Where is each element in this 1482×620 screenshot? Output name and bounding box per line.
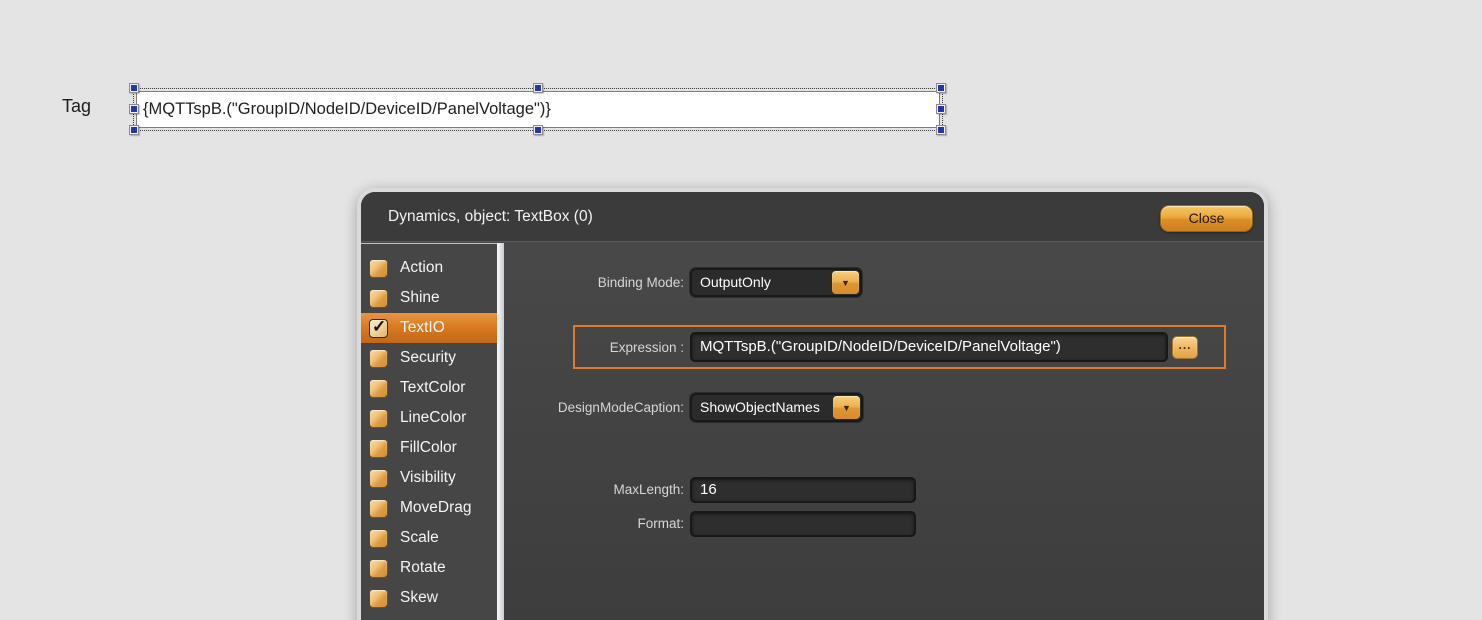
expression-label: Expression :: [474, 340, 684, 355]
action-checkbox[interactable]: [369, 259, 388, 278]
sidebar-item-skew[interactable]: Skew: [361, 583, 497, 613]
sidebar-item-label: TextColor: [400, 379, 465, 397]
sidebar-item-label: Scale: [400, 529, 439, 547]
expression-input[interactable]: MQTTspB.("GroupID/NodeID/DeviceID/PanelV…: [690, 332, 1168, 362]
sidebar-item-label: Skew: [400, 589, 438, 607]
design-mode-caption-label: DesignModeCaption:: [474, 400, 684, 415]
expression-browse-button[interactable]: ...: [1172, 336, 1198, 359]
selection-handle-mid-left[interactable]: [129, 104, 139, 114]
binding-mode-dropdown[interactable]: OutputOnly ▼: [690, 268, 862, 297]
sidebar-scrollbar[interactable]: [497, 243, 504, 620]
binding-mode-value: OutputOnly: [700, 270, 771, 295]
selection-handle-mid-right[interactable]: [936, 104, 946, 114]
binding-mode-drop-button[interactable]: ▼: [832, 271, 859, 294]
textcolor-checkbox[interactable]: [369, 379, 388, 398]
sidebar-item-label: Security: [400, 349, 456, 367]
sidebar-item-label: Action: [400, 259, 443, 277]
selection-handle-top-left[interactable]: [129, 83, 139, 93]
dialog-titlebar[interactable]: Dynamics, object: TextBox (0) Close: [361, 192, 1264, 242]
design-mode-caption-value: ShowObjectNames: [700, 395, 820, 420]
scale-checkbox[interactable]: [369, 529, 388, 548]
sidebar-item-label: Rotate: [400, 559, 446, 577]
selection-handle-top-right[interactable]: [936, 83, 946, 93]
security-checkbox[interactable]: [369, 349, 388, 368]
close-button[interactable]: Close: [1160, 205, 1253, 232]
sidebar-item-label: FillColor: [400, 439, 457, 457]
dynamics-dialog: Dynamics, object: TextBox (0) Close Acti…: [357, 188, 1268, 620]
sidebar-item-label: MoveDrag: [400, 499, 472, 517]
dialog-title: Dynamics, object: TextBox (0): [388, 192, 593, 242]
check-icon: ✓: [372, 317, 386, 337]
design-mode-caption-dropdown[interactable]: ShowObjectNames ▼: [690, 393, 863, 422]
sidebar-item-textio[interactable]: ✓ TextIO: [361, 313, 497, 343]
fillcolor-checkbox[interactable]: [369, 439, 388, 458]
format-label: Format:: [474, 516, 684, 531]
format-input[interactable]: [690, 511, 916, 537]
sidebar-item-label: Shine: [400, 289, 440, 307]
movedrag-checkbox[interactable]: [369, 499, 388, 518]
max-length-input[interactable]: 16: [690, 477, 916, 503]
sidebar-item-label: Visibility: [400, 469, 456, 487]
chevron-down-icon: ▼: [842, 403, 851, 413]
design-mode-caption-drop-button[interactable]: ▼: [833, 396, 860, 419]
sidebar-item-label: TextIO: [400, 319, 445, 337]
dynamics-category-list: Action Shine ✓ TextIO Security TextColor…: [361, 243, 497, 620]
max-length-label: MaxLength:: [474, 482, 684, 497]
sidebar-item-label: LineColor: [400, 409, 466, 427]
tag-textbox-input[interactable]: {MQTTspB.("GroupID/NodeID/DeviceID/Panel…: [136, 91, 940, 128]
selection-handle-bottom-center[interactable]: [533, 125, 543, 135]
shine-checkbox[interactable]: [369, 289, 388, 308]
binding-mode-label: Binding Mode:: [474, 275, 684, 290]
skew-checkbox[interactable]: [369, 589, 388, 608]
design-canvas: Tag {MQTTspB.("GroupID/NodeID/DeviceID/P…: [0, 0, 1482, 620]
tag-label: Tag: [62, 96, 91, 117]
selection-handle-bottom-left[interactable]: [129, 125, 139, 135]
visibility-checkbox[interactable]: [369, 469, 388, 488]
textio-checkbox[interactable]: ✓: [369, 319, 388, 338]
chevron-down-icon: ▼: [841, 278, 850, 288]
rotate-checkbox[interactable]: [369, 559, 388, 578]
sidebar-item-rotate[interactable]: Rotate: [361, 553, 497, 583]
linecolor-checkbox[interactable]: [369, 409, 388, 428]
sidebar-item-fillcolor[interactable]: FillColor: [361, 433, 497, 463]
selection-handle-top-center[interactable]: [533, 83, 543, 93]
sidebar-item-textcolor[interactable]: TextColor: [361, 373, 497, 403]
selection-handle-bottom-right[interactable]: [936, 125, 946, 135]
